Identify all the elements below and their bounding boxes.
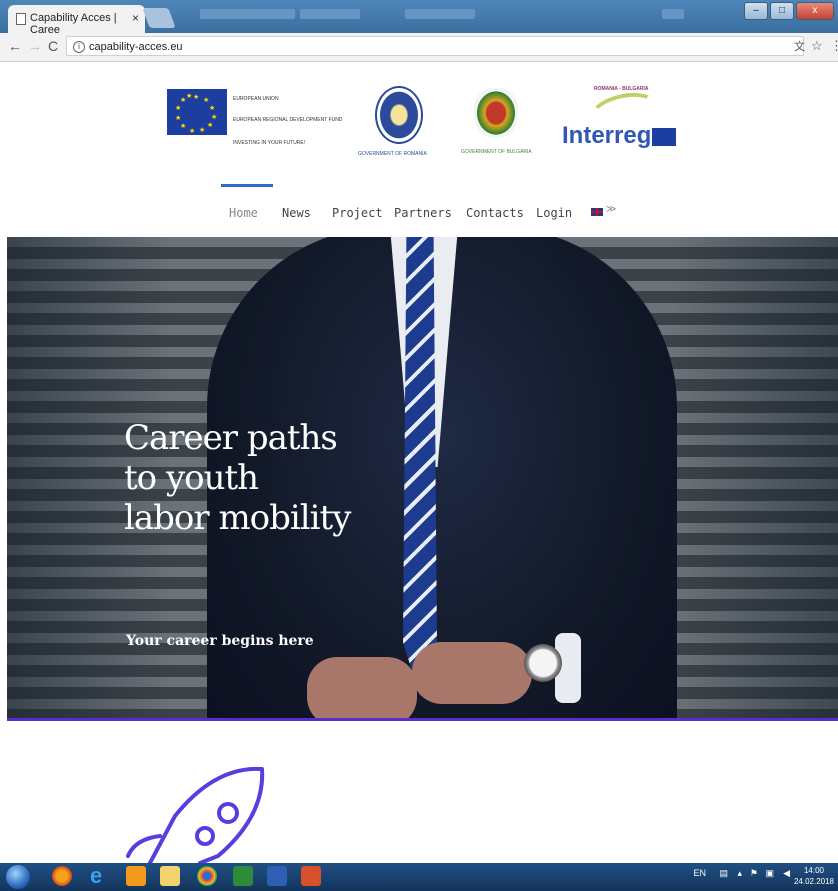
hero-heading-line: Career paths bbox=[124, 418, 338, 458]
browser-menu-icon[interactable]: ⋮ bbox=[830, 38, 838, 54]
romania-crest-icon bbox=[375, 86, 423, 144]
reload-icon[interactable]: C bbox=[48, 38, 58, 54]
nav-project[interactable]: Project bbox=[332, 206, 383, 220]
chrome-icon[interactable] bbox=[197, 866, 217, 886]
rocket-section bbox=[0, 721, 838, 865]
keyboard-icon[interactable]: ▤ bbox=[719, 868, 728, 879]
nav-partners[interactable]: Partners bbox=[394, 206, 452, 220]
browser-tab[interactable]: Capability Acces | Caree × bbox=[8, 5, 145, 36]
hero-heading-line: to youth bbox=[124, 458, 259, 498]
translate-icon[interactable]: ⽂ bbox=[794, 38, 805, 54]
eu-flag-icon: ★ ★ ★ ★ ★ ★ ★ ★ ★ ★ ★ ★ bbox=[167, 89, 227, 135]
system-clock[interactable]: 14:00 24.02.2018 bbox=[794, 865, 834, 887]
clock-time: 14:00 bbox=[803, 866, 824, 875]
url-text: capability-acces.eu bbox=[89, 41, 183, 53]
windows-taskbar: e EN ▤ ▴ ⚑ ▣ ◀ 14:00 24.02.2018 bbox=[0, 863, 838, 891]
bulgaria-caption: GOVERNMENT OF BULGARIA bbox=[461, 149, 532, 155]
hero-subheading: Your career begins here bbox=[126, 633, 314, 649]
file-explorer-icon[interactable] bbox=[160, 866, 180, 886]
hero-heading-line: labor mobility bbox=[124, 498, 351, 538]
watch-image bbox=[524, 644, 562, 682]
start-button[interactable] bbox=[6, 865, 30, 889]
tray-expand-icon[interactable]: ▴ bbox=[737, 868, 742, 879]
close-window-button[interactable]: x bbox=[796, 2, 834, 20]
rocket-icon bbox=[126, 766, 265, 865]
new-tab-button[interactable] bbox=[142, 8, 176, 28]
word-icon[interactable] bbox=[267, 866, 287, 886]
partner-logos: ★ ★ ★ ★ ★ ★ ★ ★ ★ ★ ★ ★ EUROPEAN UNION EUROPEAN … bbox=[0, 62, 838, 185]
maximize-button[interactable]: □ bbox=[770, 2, 794, 20]
media-player-icon[interactable] bbox=[126, 866, 146, 886]
interreg-logo: Interreg bbox=[562, 122, 652, 149]
blurred-tab bbox=[300, 9, 360, 19]
hero-tie-image bbox=[403, 237, 437, 697]
nav-news[interactable]: News bbox=[282, 206, 311, 220]
info-icon[interactable]: i bbox=[73, 41, 85, 53]
language-indicator[interactable]: EN bbox=[693, 868, 706, 878]
nav-contacts[interactable]: Contacts bbox=[466, 206, 524, 220]
hero-hand-right bbox=[412, 642, 532, 704]
bulgaria-crest-icon bbox=[474, 88, 518, 138]
interreg-eu-flag-icon bbox=[652, 128, 676, 146]
excel-icon[interactable] bbox=[233, 866, 253, 886]
language-chevron-icon[interactable]: ≫ bbox=[606, 204, 616, 215]
minimize-button[interactable]: ‒ bbox=[744, 2, 768, 20]
app-icon[interactable] bbox=[301, 866, 321, 886]
forward-icon[interactable]: → bbox=[28, 38, 42, 54]
erdf-label: EUROPEAN REGIONAL DEVELOPMENT FUND bbox=[233, 117, 343, 123]
blurred-tab bbox=[405, 9, 475, 19]
investing-label: INVESTING IN YOUR FUTURE! bbox=[233, 140, 306, 146]
action-center-flag-icon[interactable]: ⚑ bbox=[750, 868, 758, 879]
nav-active-indicator bbox=[221, 184, 273, 187]
hero-heading: Career paths to youth labor mobility bbox=[124, 418, 351, 538]
address-bar[interactable]: i capability-acces.eu bbox=[66, 36, 804, 56]
nav-login[interactable]: Login bbox=[536, 206, 572, 220]
network-icon[interactable]: ▣ bbox=[765, 868, 774, 879]
browser-toolbar: ← → C i capability-acces.eu ⽂ ☆ ⋮ bbox=[0, 33, 838, 62]
volume-icon[interactable]: ◀ bbox=[783, 868, 790, 879]
nav-home[interactable]: Home bbox=[229, 206, 258, 220]
back-icon[interactable]: ← bbox=[8, 38, 22, 54]
clock-date: 24.02.2018 bbox=[793, 877, 834, 886]
page-icon bbox=[16, 13, 26, 25]
eu-label: EUROPEAN UNION bbox=[233, 96, 279, 102]
window-controls: ‒ □ x bbox=[744, 2, 834, 20]
uk-flag-icon[interactable] bbox=[591, 208, 603, 216]
blurred-tab bbox=[200, 9, 295, 19]
browser-titlebar: Capability Acces | Caree × ‒ □ x bbox=[0, 0, 838, 36]
hero-hand-left bbox=[307, 657, 417, 718]
ie-icon[interactable]: e bbox=[90, 865, 110, 887]
firefox-icon[interactable] bbox=[52, 866, 72, 886]
blurred-tab bbox=[662, 9, 684, 19]
romania-caption: GOVERNMENT OF ROMANIA bbox=[358, 151, 427, 157]
bookmark-star-icon[interactable]: ☆ bbox=[811, 38, 823, 54]
programme-label: ROMANIA - BULGARIA bbox=[594, 86, 649, 92]
tab-close-icon[interactable]: × bbox=[132, 11, 139, 25]
